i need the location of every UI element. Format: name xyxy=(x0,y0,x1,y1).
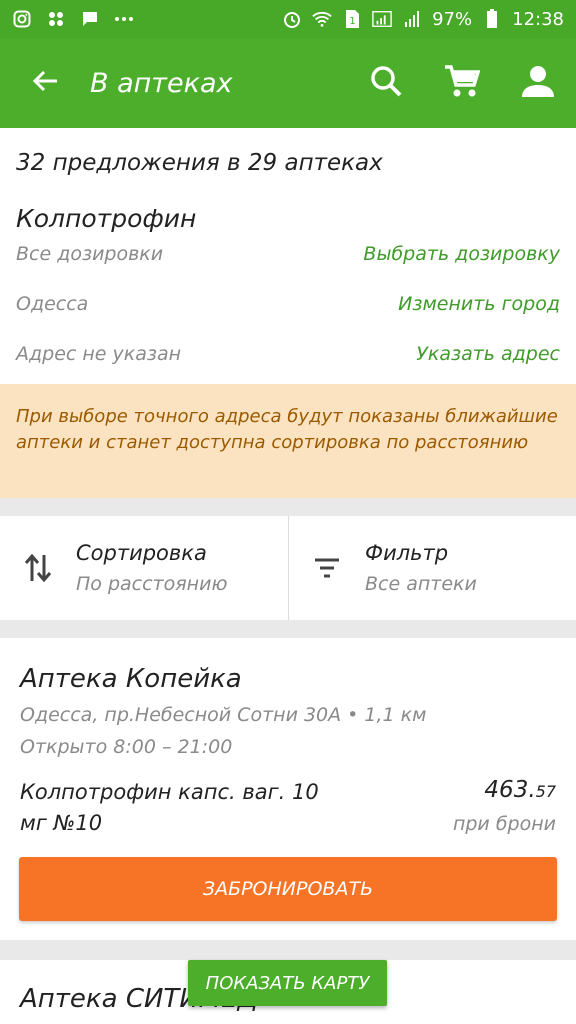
select-dosage-link[interactable]: Выбрать дозировку xyxy=(363,243,560,265)
sort-button[interactable]: Сортировка По расстоянию xyxy=(0,516,288,620)
product-price: 463.57 xyxy=(484,777,556,803)
cart-icon xyxy=(444,64,481,102)
clock: 12:38 xyxy=(512,8,564,30)
price-cents: 57 xyxy=(535,782,556,801)
more-icon xyxy=(114,9,134,29)
sort-title: Сортировка xyxy=(76,541,207,565)
offers-summary: 32 предложения в 29 аптеках xyxy=(16,150,383,176)
page-title: В аптеках xyxy=(90,67,233,99)
address-label: Адрес не указан xyxy=(16,343,182,365)
sort-filter-bar: Сортировка По расстоянию Фильтр Все апте… xyxy=(0,516,576,620)
account-icon xyxy=(521,64,555,102)
filter-title: Фильтр xyxy=(365,541,449,565)
pharmacy-hours: Открыто 8:00 – 21:00 xyxy=(20,736,233,758)
message-icon xyxy=(80,9,100,29)
battery-icon xyxy=(482,9,502,29)
pharmacy-name: Аптека Копейка xyxy=(20,664,242,694)
set-address-link[interactable]: Указать адрес xyxy=(416,343,560,365)
back-arrow-icon xyxy=(31,69,59,97)
signal-bars-icon xyxy=(402,9,422,29)
svg-text:1: 1 xyxy=(349,16,355,27)
status-bar: 1 97% 12:38 xyxy=(0,0,576,38)
price-main: 463. xyxy=(484,777,536,803)
address-notice: При выборе точного адреса будут показаны… xyxy=(0,384,576,498)
sort-value: По расстоянию xyxy=(76,573,228,595)
app-bar: В аптеках xyxy=(0,38,576,128)
product-name: Колпотрофин капс. ваг. 10 мг №10 xyxy=(20,780,319,835)
search-icon xyxy=(370,65,402,101)
instagram-icon xyxy=(12,9,32,29)
search-button[interactable] xyxy=(348,38,424,128)
dosage-label: Все дозировки xyxy=(16,243,164,265)
alarm-icon xyxy=(282,9,302,29)
drug-name: Колпотрофин xyxy=(16,204,197,233)
cart-button[interactable] xyxy=(424,38,500,128)
price-note: при брони xyxy=(452,813,556,835)
city-label: Одесса xyxy=(16,293,89,315)
filter-value: Все аптеки xyxy=(365,573,477,595)
battery-percent: 97% xyxy=(432,8,473,30)
hashtag-icon xyxy=(46,9,66,29)
wifi-icon xyxy=(312,9,332,29)
filter-icon xyxy=(289,558,365,578)
show-map-button[interactable]: ПОКАЗАТЬ КАРТУ xyxy=(188,960,387,1006)
book-button[interactable]: ЗАБРОНИРОВАТЬ xyxy=(19,857,557,921)
sort-arrows-icon xyxy=(0,553,76,583)
signal-icon xyxy=(372,9,392,29)
back-button[interactable] xyxy=(0,38,90,128)
sim-icon: 1 xyxy=(342,9,362,29)
account-button[interactable] xyxy=(500,38,576,128)
change-city-link[interactable]: Изменить город xyxy=(398,293,560,315)
filter-button[interactable]: Фильтр Все аптеки xyxy=(288,516,576,620)
pharmacy-address: Одесса, пр.Небесной Сотни 30А • 1,1 км xyxy=(20,704,427,726)
